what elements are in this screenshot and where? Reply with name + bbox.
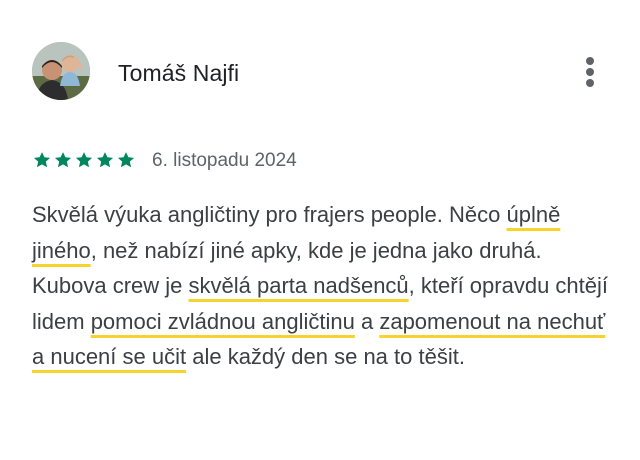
highlighted-phrase: skvělá parta nadšenců — [188, 273, 409, 298]
review-text: Skvělá výuka angličtiny pro frajers peop… — [32, 197, 617, 375]
more-options-button[interactable] — [580, 54, 600, 90]
review-text-segment: Skvělá výuka angličtiny pro frajers peop… — [32, 202, 507, 227]
review-header: Tomáš Najfi — [32, 40, 612, 104]
star-rating — [32, 150, 137, 170]
review-date: 6. listopadu 2024 — [152, 150, 297, 171]
more-vert-icon — [586, 57, 594, 65]
review-text-segment: ale každý den se na to těšit. — [186, 344, 465, 369]
highlighted-phrase: pomoci zvládnou angličtinu — [90, 308, 355, 334]
star-icon — [75, 152, 93, 168]
star-icon — [33, 152, 51, 168]
star-icon — [54, 152, 72, 168]
avatar-photo — [32, 42, 90, 100]
star-icon — [117, 152, 135, 168]
avatar[interactable] — [32, 42, 90, 100]
star-icon — [96, 152, 114, 168]
rating-row: 6. listopadu 2024 — [32, 148, 432, 172]
review-card: Tomáš Najfi 6. listopadu 2024 Skvělá výu… — [0, 0, 640, 460]
reviewer-name: Tomáš Najfi — [118, 60, 240, 86]
review-text-segment: a — [354, 308, 380, 334]
